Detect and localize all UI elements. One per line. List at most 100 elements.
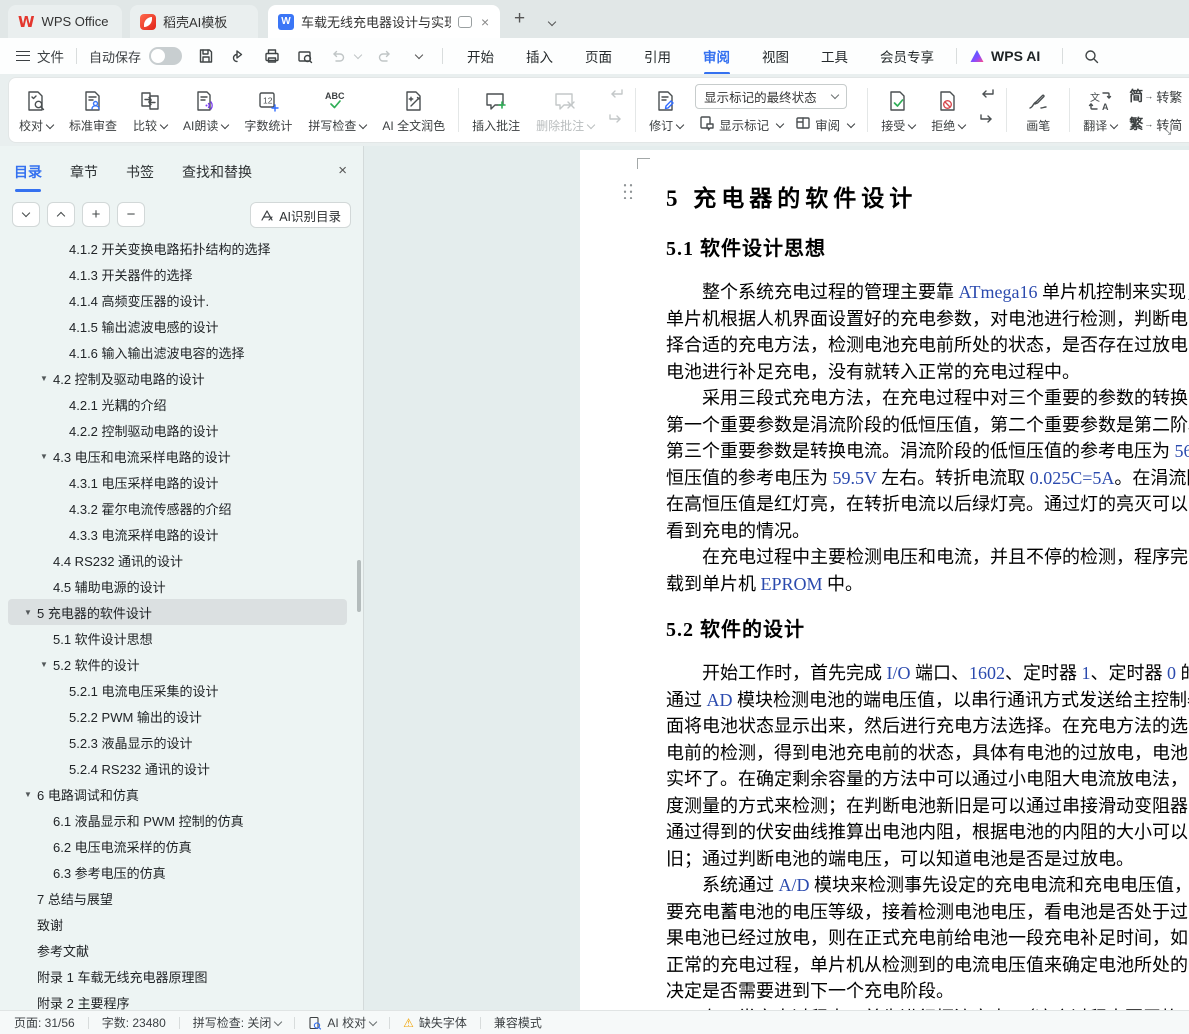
ai-recognize-toc-button[interactable]: AI识别目录 <box>250 202 351 228</box>
save-icon[interactable] <box>197 47 215 65</box>
toc-item[interactable]: ▼ 5.2.1 电流电压采集的设计 <box>8 677 347 703</box>
toc-item[interactable]: ▼ 5.2.4 RS232 通讯的设计 <box>8 755 347 781</box>
toc-item[interactable]: ▼ 4.4 RS232 通讯的设计 <box>8 547 347 573</box>
toc-item[interactable]: ▼ 5.2.2 PWM 输出的设计 <box>8 703 347 729</box>
accept-button[interactable]: 接受 <box>873 78 923 142</box>
toc-item[interactable]: ▼ 4.1.4 高频变压器的设计. <box>8 287 347 313</box>
close-tab-icon[interactable]: × <box>481 14 489 30</box>
pen-button[interactable]: 画笔 <box>1012 78 1064 142</box>
dialog-launcher-icon[interactable]: ↘ <box>1164 127 1172 138</box>
track-changes-button[interactable]: 修订 <box>641 78 691 142</box>
toc-item[interactable]: ▼ 4.1.3 开关器件的选择 <box>8 261 347 287</box>
compat-mode-indicator[interactable]: 兼容模式 <box>494 1014 542 1031</box>
close-sidebar-icon[interactable]: × <box>338 162 347 179</box>
collapse-triangle-icon[interactable]: ▼ <box>22 790 34 799</box>
undo-chevron-icon[interactable] <box>351 52 361 60</box>
toc-item[interactable]: ▼ 6.1 液晶显示和 PWM 控制的仿真 <box>8 807 347 833</box>
missing-font-warning[interactable]: ⚠ 缺失字体 <box>403 1014 467 1031</box>
reject-button[interactable]: 拒绝 <box>923 78 973 142</box>
menu-item-member[interactable]: 会员专享 <box>880 46 934 66</box>
traditional-to-simplified-button[interactable]: 繁→ 转简 <box>1129 112 1182 136</box>
undo-icon[interactable] <box>329 47 347 65</box>
tab-contents[interactable]: 目录 <box>14 162 42 182</box>
ai-proofread-status[interactable]: AI 校对 <box>308 1014 376 1031</box>
toc-item[interactable]: ▼ 4.3.3 电流采样电路的设计 <box>8 521 347 547</box>
menu-item-review-active[interactable]: 审阅 <box>703 46 730 66</box>
sidebar-scrollbar-thumb[interactable] <box>357 560 361 612</box>
translate-button[interactable]: 文A 翻译 <box>1075 78 1125 142</box>
insert-comment-button[interactable]: 插入批注 <box>464 78 528 142</box>
tab-wps-office[interactable]: W WPS Office <box>8 5 122 38</box>
search-icon[interactable] <box>1083 48 1100 65</box>
paragraph-drag-handle-icon[interactable] <box>622 182 633 199</box>
print-preview-icon[interactable] <box>296 47 314 65</box>
compare-button[interactable]: 比较 <box>125 78 175 142</box>
toc-item[interactable]: ▼ 5.2.3 液晶显示的设计 <box>8 729 347 755</box>
toc-item[interactable]: ▼ 7 总结与展望 <box>8 885 347 911</box>
toc-item[interactable]: ▼ 4.3.2 霍尔电流传感器的介绍 <box>8 495 347 521</box>
simplified-to-traditional-button[interactable]: 简→ 转繁 <box>1129 84 1182 108</box>
spell-check-status[interactable]: 拼写检查: 关闭 <box>193 1014 282 1031</box>
toc-item[interactable]: ▼ 4.1.5 输出滤波电感的设计 <box>8 313 347 339</box>
show-markup-button[interactable]: 显示标记 <box>695 113 787 137</box>
standard-review-button[interactable]: 标准审查 <box>61 78 125 142</box>
word-count-button[interactable]: 12 字数统计 <box>236 78 300 142</box>
tab-find-replace[interactable]: 查找和替换 <box>182 162 252 182</box>
new-tab-button[interactable]: + <box>514 8 525 30</box>
toc-item[interactable]: ▼ 4.1.2 开关变换电路拓扑结构的选择 <box>8 235 347 261</box>
collapse-triangle-icon[interactable]: ▼ <box>38 660 50 669</box>
tab-list-chevron-icon[interactable] <box>545 14 555 32</box>
toc-item[interactable]: ▼ 致谢 <box>8 911 347 937</box>
ai-read-button[interactable]: AI朗读 <box>175 78 236 142</box>
spell-check-button[interactable]: ABC 拼写检查 <box>300 78 374 142</box>
next-comment-icon[interactable] <box>606 113 626 132</box>
toc-item[interactable]: ▼ 4.5 辅助电源的设计 <box>8 573 347 599</box>
toc-item[interactable]: ▼ 附录 1 车载无线充电器原理图 <box>8 963 347 989</box>
menu-item-tools[interactable]: 工具 <box>821 46 848 66</box>
menu-item-insert[interactable]: 插入 <box>526 46 553 66</box>
export-icon[interactable] <box>230 47 248 65</box>
menu-item-reference[interactable]: 引用 <box>644 46 671 66</box>
wps-ai-button[interactable]: WPS AI <box>969 48 1040 64</box>
page-indicator[interactable]: 页面: 31/56 <box>14 1014 75 1031</box>
toc-item[interactable]: ▼ 6.2 电压电流采样的仿真 <box>8 833 347 859</box>
hamburger-menu-icon[interactable] <box>16 51 30 61</box>
collapse-triangle-icon[interactable]: ▼ <box>38 452 50 461</box>
doc-session-icon[interactable] <box>458 16 472 28</box>
tab-document-active[interactable]: W 车载无线充电器设计与实现 与 × <box>268 5 500 38</box>
collapse-triangle-icon[interactable]: ▼ <box>38 374 50 383</box>
toc-item[interactable]: ▼ 4.2 控制及驱动电路的设计 <box>8 365 347 391</box>
previous-revision-icon[interactable] <box>977 88 997 107</box>
toc-item[interactable]: ▼ 5.1 软件设计思想 <box>8 625 347 651</box>
toc-item[interactable]: ▼ 参考文献 <box>8 937 347 963</box>
tab-bookmarks[interactable]: 书签 <box>126 162 154 182</box>
autosave-toggle[interactable] <box>149 47 182 65</box>
toc-item[interactable]: ▼ 附录 2 主要程序 <box>8 989 347 1010</box>
menu-item-home[interactable]: 开始 <box>467 46 494 66</box>
toc-item[interactable]: ▼ 4.2.2 控制驱动电路的设计 <box>8 417 347 443</box>
reviewer-button[interactable]: 审阅 <box>791 113 858 137</box>
next-heading-button[interactable] <box>12 202 40 227</box>
ai-polish-button[interactable]: AI 全文润色 <box>374 78 453 142</box>
markup-state-select[interactable]: 显示标记的最终状态 <box>695 84 847 109</box>
restrict-edit-button[interactable]: 限制编辑 <box>1181 78 1189 142</box>
tab-chapters[interactable]: 章节 <box>70 162 98 182</box>
menu-item-view[interactable]: 视图 <box>762 46 789 66</box>
menu-item-page[interactable]: 页面 <box>585 46 612 66</box>
collapse-triangle-icon[interactable]: ▼ <box>22 608 34 617</box>
toc-item[interactable]: ▼ 6.3 参考电压的仿真 <box>8 859 347 885</box>
redo-icon[interactable] <box>376 47 394 65</box>
file-menu[interactable]: 文件 <box>37 46 64 66</box>
previous-comment-icon[interactable] <box>606 88 626 107</box>
word-count-indicator[interactable]: 字数: 23480 <box>102 1014 166 1031</box>
tab-docer-ai[interactable]: 稻壳AI模板 <box>130 5 258 38</box>
collapse-all-button[interactable]: − <box>117 202 145 227</box>
next-revision-icon[interactable] <box>977 113 997 132</box>
print-icon[interactable] <box>263 47 281 65</box>
expand-all-button[interactable]: + <box>82 202 110 227</box>
toc-item[interactable]: ▼ 5.2 软件的设计 <box>8 651 347 677</box>
proofread-button[interactable]: 校对 <box>11 78 61 142</box>
document-page[interactable]: 5 充电器的软件设计5.1 软件设计思想 整个系统充电过程的管理主要靠 ATme… <box>580 150 1189 1014</box>
toc-item[interactable]: ▼ 4.3.1 电压采样电路的设计 <box>8 469 347 495</box>
toc-item[interactable]: ▼ 6 电路调试和仿真 <box>8 781 347 807</box>
